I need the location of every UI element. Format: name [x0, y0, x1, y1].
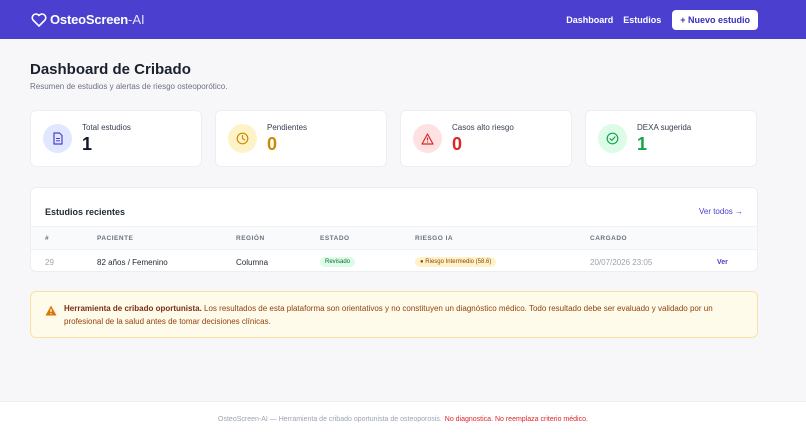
status-badge: Revisado	[320, 257, 356, 267]
page-title: Dashboard de Cribado	[30, 61, 191, 78]
stat-label: Pendientes	[267, 123, 308, 132]
new-study-button[interactable]: + Nuevo estudio	[672, 9, 758, 30]
column-header-patient: PACIENTE	[97, 235, 134, 242]
footer: OsteoScreen-AI — Herramienta de cribado …	[0, 401, 806, 437]
row-region: Columna	[236, 258, 269, 267]
stat-value: 1	[637, 134, 648, 154]
brand[interactable]: OsteoScreen -AI	[31, 12, 145, 27]
stat-value: 1	[82, 134, 93, 154]
column-header-region: REGIÓN	[236, 235, 265, 242]
table-row[interactable]: 29 82 años / Femenino Columna Revisado ●…	[31, 250, 757, 275]
check-circle-icon	[598, 124, 627, 153]
page-subtitle: Resumen de estudios y alertas de riesgo …	[30, 82, 228, 91]
table-header-row: # PACIENTE REGIÓN ESTADO RIESGO IA CARGA…	[31, 226, 757, 250]
main-content: Dashboard de Cribado Resumen de estudios…	[0, 39, 806, 338]
stat-card-high-risk: Casos alto riesgo 0	[400, 110, 572, 167]
footer-warning: No diagnostica. No reemplaza criterio mé…	[444, 416, 588, 423]
nav-link-dashboard[interactable]: Dashboard	[566, 15, 613, 25]
stat-value: 0	[452, 134, 463, 154]
stat-value: 0	[267, 134, 278, 154]
document-icon	[43, 124, 72, 153]
disclaimer-alert: Herramienta de cribado oportunista. Los …	[30, 291, 758, 338]
top-navbar: OsteoScreen -AI Dashboard Estudios + Nuev…	[0, 0, 806, 39]
heart-logo-icon	[31, 12, 47, 27]
column-header-uploaded: CARGADO	[590, 235, 628, 242]
stat-card-pending: Pendientes 0	[215, 110, 387, 167]
column-header-status: ESTADO	[320, 235, 350, 242]
warning-icon	[413, 124, 442, 153]
disclaimer-text: Herramienta de cribado oportunista. Los …	[64, 302, 745, 328]
nav-links: Dashboard Estudios + Nuevo estudio	[566, 9, 758, 30]
stat-label: Total estudios	[82, 123, 131, 132]
clock-icon	[228, 124, 257, 153]
recent-studies-card: Estudios recientes Ver todos → # PACIENT…	[30, 187, 758, 272]
view-all-link[interactable]: Ver todos →	[699, 207, 743, 216]
footer-text: OsteoScreen-AI — Herramienta de cribado …	[218, 416, 442, 423]
stats-row: Total estudios 1 Pendientes 0 Casos alto…	[30, 110, 758, 167]
stat-label: DEXA sugerida	[637, 123, 692, 132]
column-header-risk: RIESGO IA	[415, 235, 454, 242]
stat-label: Casos alto riesgo	[452, 123, 514, 132]
disclaimer-bold: Herramienta de cribado oportunista.	[64, 304, 202, 313]
recent-studies-header: Estudios recientes Ver todos →	[31, 188, 757, 222]
recent-studies-title: Estudios recientes	[45, 206, 126, 217]
warning-icon	[45, 303, 57, 316]
row-id: 29	[45, 258, 54, 267]
brand-name: OsteoScreen	[50, 12, 129, 27]
nav-link-estudios[interactable]: Estudios	[623, 15, 661, 25]
column-header-id: #	[45, 235, 50, 242]
risk-badge: ● Riesgo Intermedio (58.6)	[415, 257, 497, 267]
row-patient: 82 años / Femenino	[97, 258, 168, 267]
stat-card-dexa: DEXA sugerida 1	[585, 110, 757, 167]
brand-suffix: -AI	[128, 12, 145, 27]
view-study-link[interactable]: Ver	[717, 259, 728, 266]
stat-card-total: Total estudios 1	[30, 110, 202, 167]
row-uploaded: 20/07/2026 23:05	[590, 258, 653, 267]
